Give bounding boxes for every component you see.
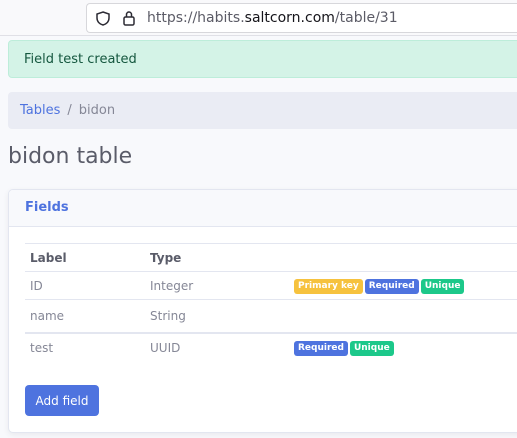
shield-icon[interactable] xyxy=(95,10,111,26)
table-row[interactable]: name String xyxy=(25,299,517,333)
required-badge: Required xyxy=(364,279,419,294)
alert-message: Field test created xyxy=(24,52,137,67)
field-attributes xyxy=(289,299,517,333)
column-header-attributes xyxy=(289,243,517,272)
table-header-row: Label Type xyxy=(25,243,517,272)
url-host: saltcorn.com xyxy=(244,10,335,26)
breadcrumb-tables-link[interactable]: Tables xyxy=(20,103,60,118)
breadcrumb: Tables / bidon xyxy=(8,92,517,129)
unique-badge: Unique xyxy=(420,279,465,294)
browser-toolbar: https://habits.saltcorn.com/table/31 xyxy=(0,0,517,36)
fields-card: Fields Label Type ID Integer Primary key… xyxy=(8,189,517,433)
unique-badge: Unique xyxy=(349,341,394,356)
breadcrumb-current: bidon xyxy=(78,103,116,118)
success-alert: Field test created xyxy=(8,40,517,78)
table-row[interactable]: test UUID Required Unique xyxy=(25,331,517,362)
page-title: bidon table xyxy=(8,144,133,169)
card-header: Fields xyxy=(9,190,517,227)
column-header-type: Type xyxy=(145,243,289,272)
column-header-label: Label xyxy=(25,243,145,272)
lock-icon[interactable] xyxy=(121,10,137,26)
field-type: String xyxy=(145,299,289,333)
field-type: UUID xyxy=(145,331,289,362)
field-attributes: Required Unique xyxy=(289,331,517,362)
field-label[interactable]: test xyxy=(25,331,145,362)
field-type: Integer xyxy=(145,271,289,300)
primary-key-badge: Primary key xyxy=(294,279,363,294)
url-path: /table/31 xyxy=(334,10,398,26)
url-prefix: https://habits. xyxy=(147,10,245,26)
address-bar[interactable]: https://habits.saltcorn.com/table/31 xyxy=(86,3,517,33)
url-text[interactable]: https://habits.saltcorn.com/table/31 xyxy=(147,10,398,26)
breadcrumb-separator: / xyxy=(67,103,72,118)
add-field-button[interactable]: Add field xyxy=(25,385,99,416)
required-badge: Required xyxy=(294,341,348,356)
field-label[interactable]: name xyxy=(25,299,145,333)
table-row[interactable]: ID Integer Primary key Required Unique xyxy=(25,271,517,300)
field-attributes: Primary key Required Unique xyxy=(289,271,517,300)
field-label[interactable]: ID xyxy=(25,271,145,300)
fields-table: Label Type ID Integer Primary key Require… xyxy=(25,243,517,362)
